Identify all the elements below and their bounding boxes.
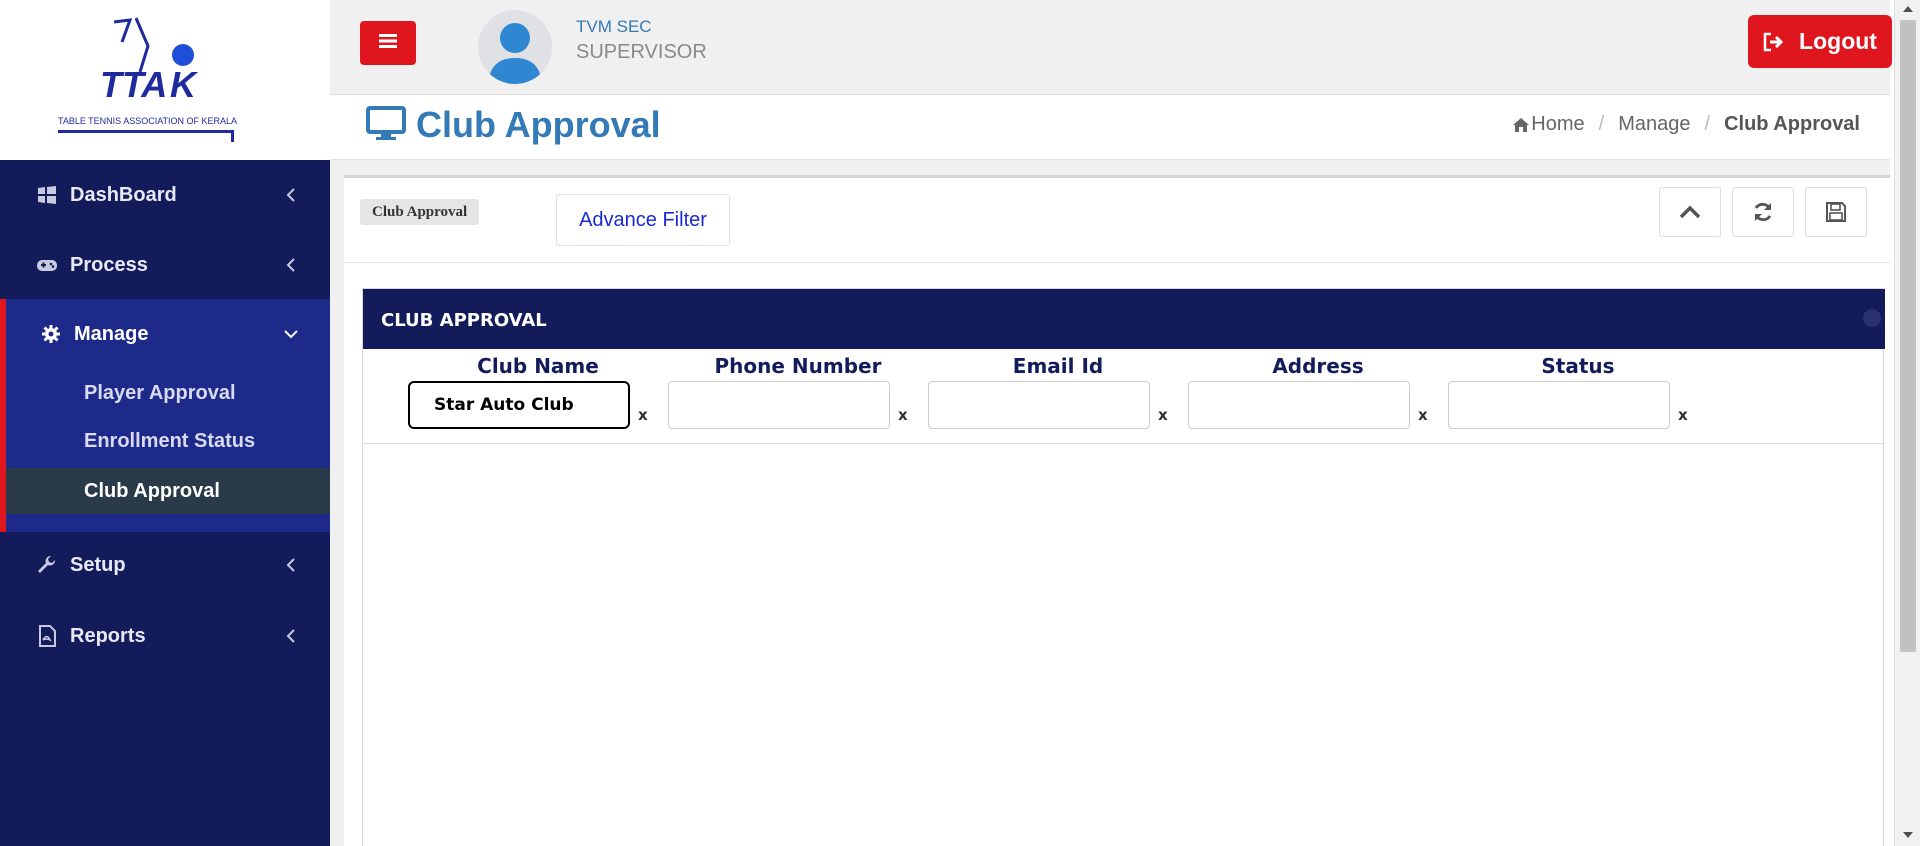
column-club-name: Club Name x	[408, 349, 668, 444]
column-status: Status x	[1448, 349, 1708, 444]
sidebar-item-label: Reports	[70, 624, 146, 647]
sidebar-subitem-enrollment-status[interactable]: Enrollment Status	[6, 418, 330, 464]
sidebar: TTA K TABLE TENNIS ASSOCIATION OF KERALA…	[0, 0, 330, 846]
chevron-up-icon	[1679, 205, 1701, 219]
sidebar-item-label: Process	[70, 253, 148, 276]
sidebar-item-label: Manage	[74, 322, 149, 345]
menu-toggle-button[interactable]	[360, 21, 416, 65]
clear-filter-button[interactable]: x	[1418, 406, 1428, 424]
address-filter-input[interactable]	[1188, 381, 1410, 429]
svg-text:K: K	[170, 64, 199, 105]
breadcrumb-manage[interactable]: Manage	[1618, 113, 1690, 136]
sidebar-item-label: DashBoard	[70, 183, 177, 206]
collapse-button[interactable]	[1659, 187, 1721, 237]
clear-filter-button[interactable]: x	[1158, 406, 1168, 424]
svg-text:TTA: TTA	[100, 64, 167, 105]
avatar	[478, 10, 552, 84]
sign-out-icon	[1763, 32, 1785, 52]
breadcrumb-home[interactable]: Home	[1531, 113, 1584, 136]
refresh-icon	[1752, 201, 1774, 223]
sidebar-subitem-club-approval[interactable]: Club Approval	[6, 468, 330, 514]
panel-toolbar: Club Approval Advance Filter	[344, 178, 1890, 263]
floppy-disk-icon	[1825, 201, 1847, 223]
chevron-left-icon	[282, 627, 300, 645]
home-icon	[1512, 117, 1530, 133]
main-panel: Club Approval Advance Filter CLUB APPROV…	[344, 175, 1890, 846]
grid-header: CLUB APPROVAL	[363, 289, 1885, 349]
panel-tag: Club Approval	[360, 199, 480, 225]
filter-row: Club Name x Phone Number x Email Id x Ad…	[363, 349, 1885, 444]
breadcrumb: Home / Manage / Club Approval	[1512, 113, 1860, 136]
scroll-down-arrow-icon[interactable]	[1903, 832, 1913, 838]
column-phone-number: Phone Number x	[668, 349, 928, 444]
hamburger-icon	[379, 33, 397, 53]
clear-filter-button[interactable]: x	[638, 406, 648, 424]
clear-filter-button[interactable]: x	[1678, 406, 1688, 424]
logout-label: Logout	[1799, 28, 1877, 54]
user-name: TVM SEC	[576, 17, 652, 36]
logout-button[interactable]: Logout	[1748, 15, 1892, 68]
chevron-left-icon	[282, 186, 300, 204]
sidebar-item-setup[interactable]: Setup	[0, 530, 330, 600]
status-filter-input[interactable]	[1448, 381, 1670, 429]
breadcrumb-separator: /	[1704, 113, 1711, 135]
chevron-down-icon	[282, 325, 300, 343]
ttak-logo-icon: TTA K	[100, 17, 199, 105]
wrench-icon	[36, 554, 58, 576]
column-email-id: Email Id x	[928, 349, 1188, 444]
column-header[interactable]: Club Name	[408, 354, 668, 378]
page-scrollbar[interactable]	[1894, 0, 1920, 846]
column-header[interactable]: Address	[1188, 354, 1448, 378]
user-icon	[488, 23, 542, 84]
clear-filter-button[interactable]: x	[898, 406, 908, 424]
top-header: TVM SEC SUPERVISOR Logout	[330, 0, 1892, 95]
phone-number-filter-input[interactable]	[668, 381, 890, 429]
breadcrumb-separator: /	[1598, 113, 1605, 135]
scrollbar-thumb[interactable]	[1900, 20, 1916, 652]
logo: TTA K TABLE TENNIS ASSOCIATION OF KERALA	[0, 0, 330, 160]
sidebar-item-process[interactable]: Process	[0, 230, 330, 300]
email-id-filter-input[interactable]	[928, 381, 1150, 429]
refresh-button[interactable]	[1732, 187, 1794, 237]
logo-underline-tick	[231, 130, 234, 142]
gear-icon	[40, 323, 62, 345]
page-title: Club Approval	[416, 104, 661, 145]
sidebar-subitem-player-approval[interactable]: Player Approval	[6, 370, 330, 416]
scroll-up-arrow-icon[interactable]	[1903, 6, 1913, 12]
chevron-left-icon	[282, 256, 300, 274]
advance-filter-button[interactable]: Advance Filter	[556, 194, 730, 246]
chevron-left-icon	[282, 556, 300, 574]
manage-group: Manage Player Approval Enrollment Status…	[0, 299, 330, 532]
column-header[interactable]: Email Id	[928, 354, 1188, 378]
sidebar-item-manage[interactable]: Manage	[0, 299, 330, 369]
club-approval-grid: CLUB APPROVAL Club Name x Phone Number x…	[362, 288, 1885, 846]
monitor-icon	[366, 106, 406, 147]
logo-underline	[58, 130, 234, 133]
grid-title: CLUB APPROVAL	[381, 310, 547, 331]
column-address: Address x	[1188, 349, 1448, 444]
column-header[interactable]: Phone Number	[668, 354, 928, 378]
page-header: Club Approval Home / Manage / Club Appro…	[330, 95, 1890, 160]
club-name-filter-input[interactable]	[408, 381, 630, 429]
gamepad-icon	[36, 254, 58, 276]
pdf-file-icon	[36, 625, 58, 647]
windows-icon	[36, 184, 58, 206]
user-role: SUPERVISOR	[576, 41, 707, 63]
logo-subtitle: TABLE TENNIS ASSOCIATION OF KERALA	[58, 116, 238, 126]
sidebar-item-label: Setup	[70, 553, 126, 576]
grid-settings-icon[interactable]	[1863, 309, 1881, 327]
sidebar-item-dashboard[interactable]: DashBoard	[0, 160, 330, 230]
column-header[interactable]: Status	[1448, 354, 1708, 378]
save-button[interactable]	[1805, 187, 1867, 237]
sidebar-item-reports[interactable]: Reports	[0, 601, 330, 671]
breadcrumb-current: Club Approval	[1724, 113, 1860, 135]
